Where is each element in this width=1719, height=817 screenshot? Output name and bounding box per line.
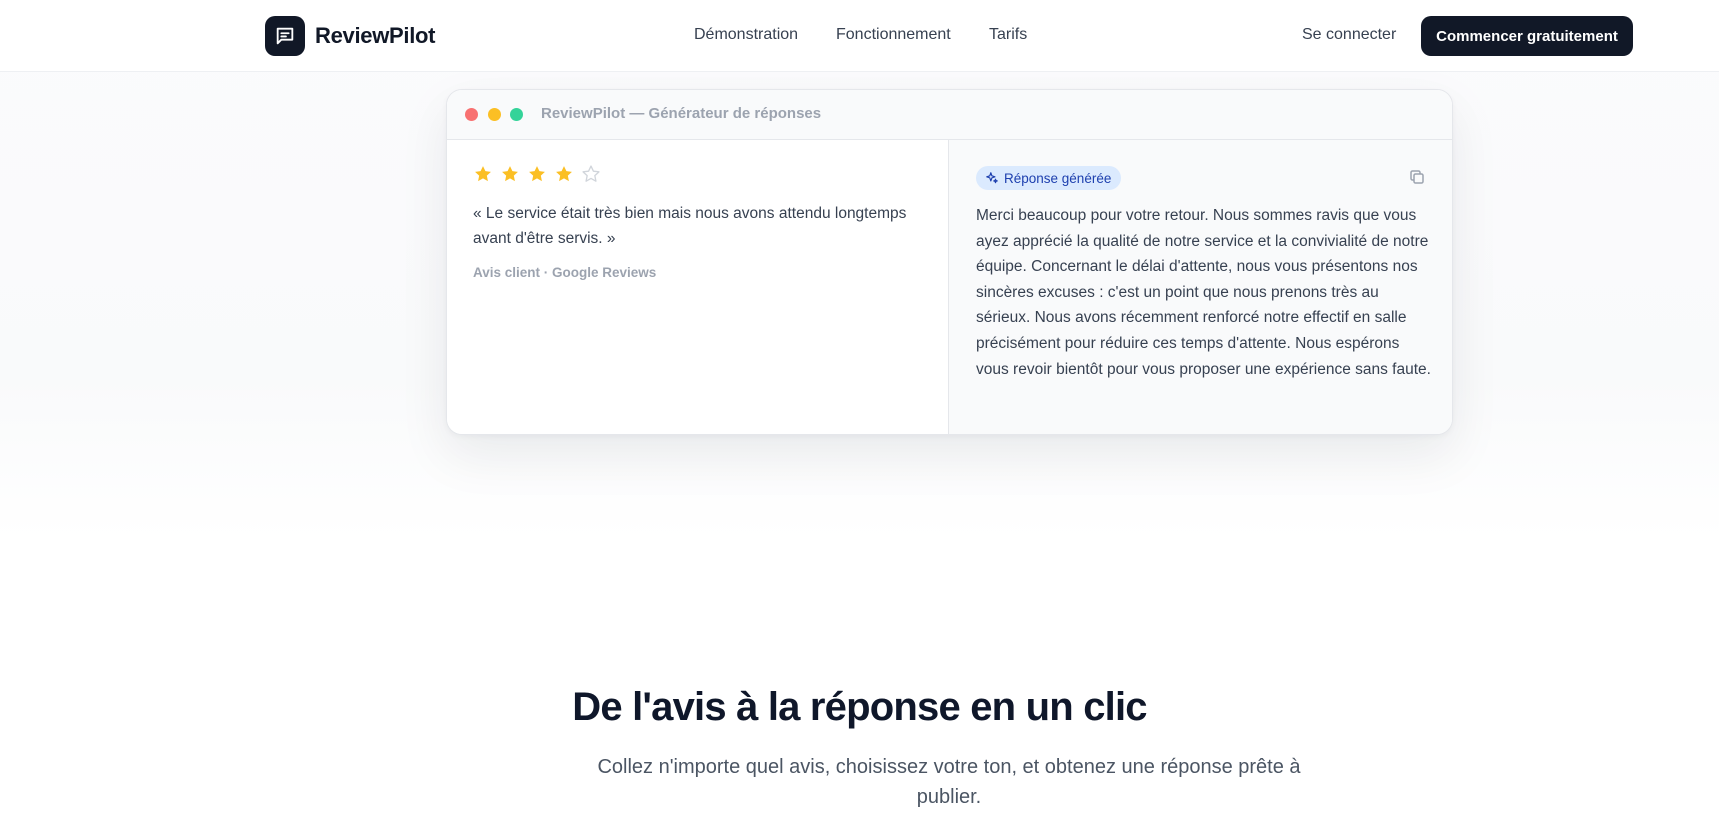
sparkles-icon [986,172,998,184]
response-text: Merci beaucoup pour votre retour. Nous s… [976,207,1431,378]
window-minimize-dot [488,108,501,121]
copy-icon [1410,170,1424,184]
star-rating [473,164,608,184]
star-filled-icon [556,166,572,182]
generated-response-badge: Réponse générée [976,166,1122,190]
login-link[interactable]: Se connecter [1302,26,1396,44]
review-source: Avis client · Google Reviews [473,265,657,280]
nav-link-fonctionnement[interactable]: Fonctionnement [836,26,951,44]
review-text: « Le service était très bien mais nous a… [473,205,907,247]
window-close-dot [465,108,478,121]
response-pane: Réponse générée Merci beaucoup pour votr… [949,140,1452,434]
review-pane: « Le service était très bien mais nous a… [447,140,949,434]
window-title-bar: ReviewPilot — Générateur de réponses [447,90,1452,140]
window-title: ReviewPilot — Générateur de réponses [541,105,822,122]
start-free-button[interactable]: Commencer gratuitement [1421,16,1633,56]
star-filled-icon [529,166,545,182]
star-filled-icon [475,166,491,182]
section-subtitle: Collez n'importe quel avis, choisissez v… [597,756,1301,808]
badge-label: Réponse générée [1004,170,1112,186]
window-maximize-dot [510,108,523,121]
nav-link-demonstration[interactable]: Démonstration [694,26,798,44]
star-empty-icon [582,165,600,182]
demo-window: ReviewPilot — Générateur de réponses « L… [446,89,1453,435]
section-title: De l'avis à la réponse en un clic [572,685,1147,729]
star-filled-icon [502,166,518,182]
top-navbar: ReviewPilot Démonstration Fonctionnement… [0,0,1719,72]
copy-button[interactable] [1405,165,1429,189]
nav-link-tarifs[interactable]: Tarifs [989,26,1027,44]
